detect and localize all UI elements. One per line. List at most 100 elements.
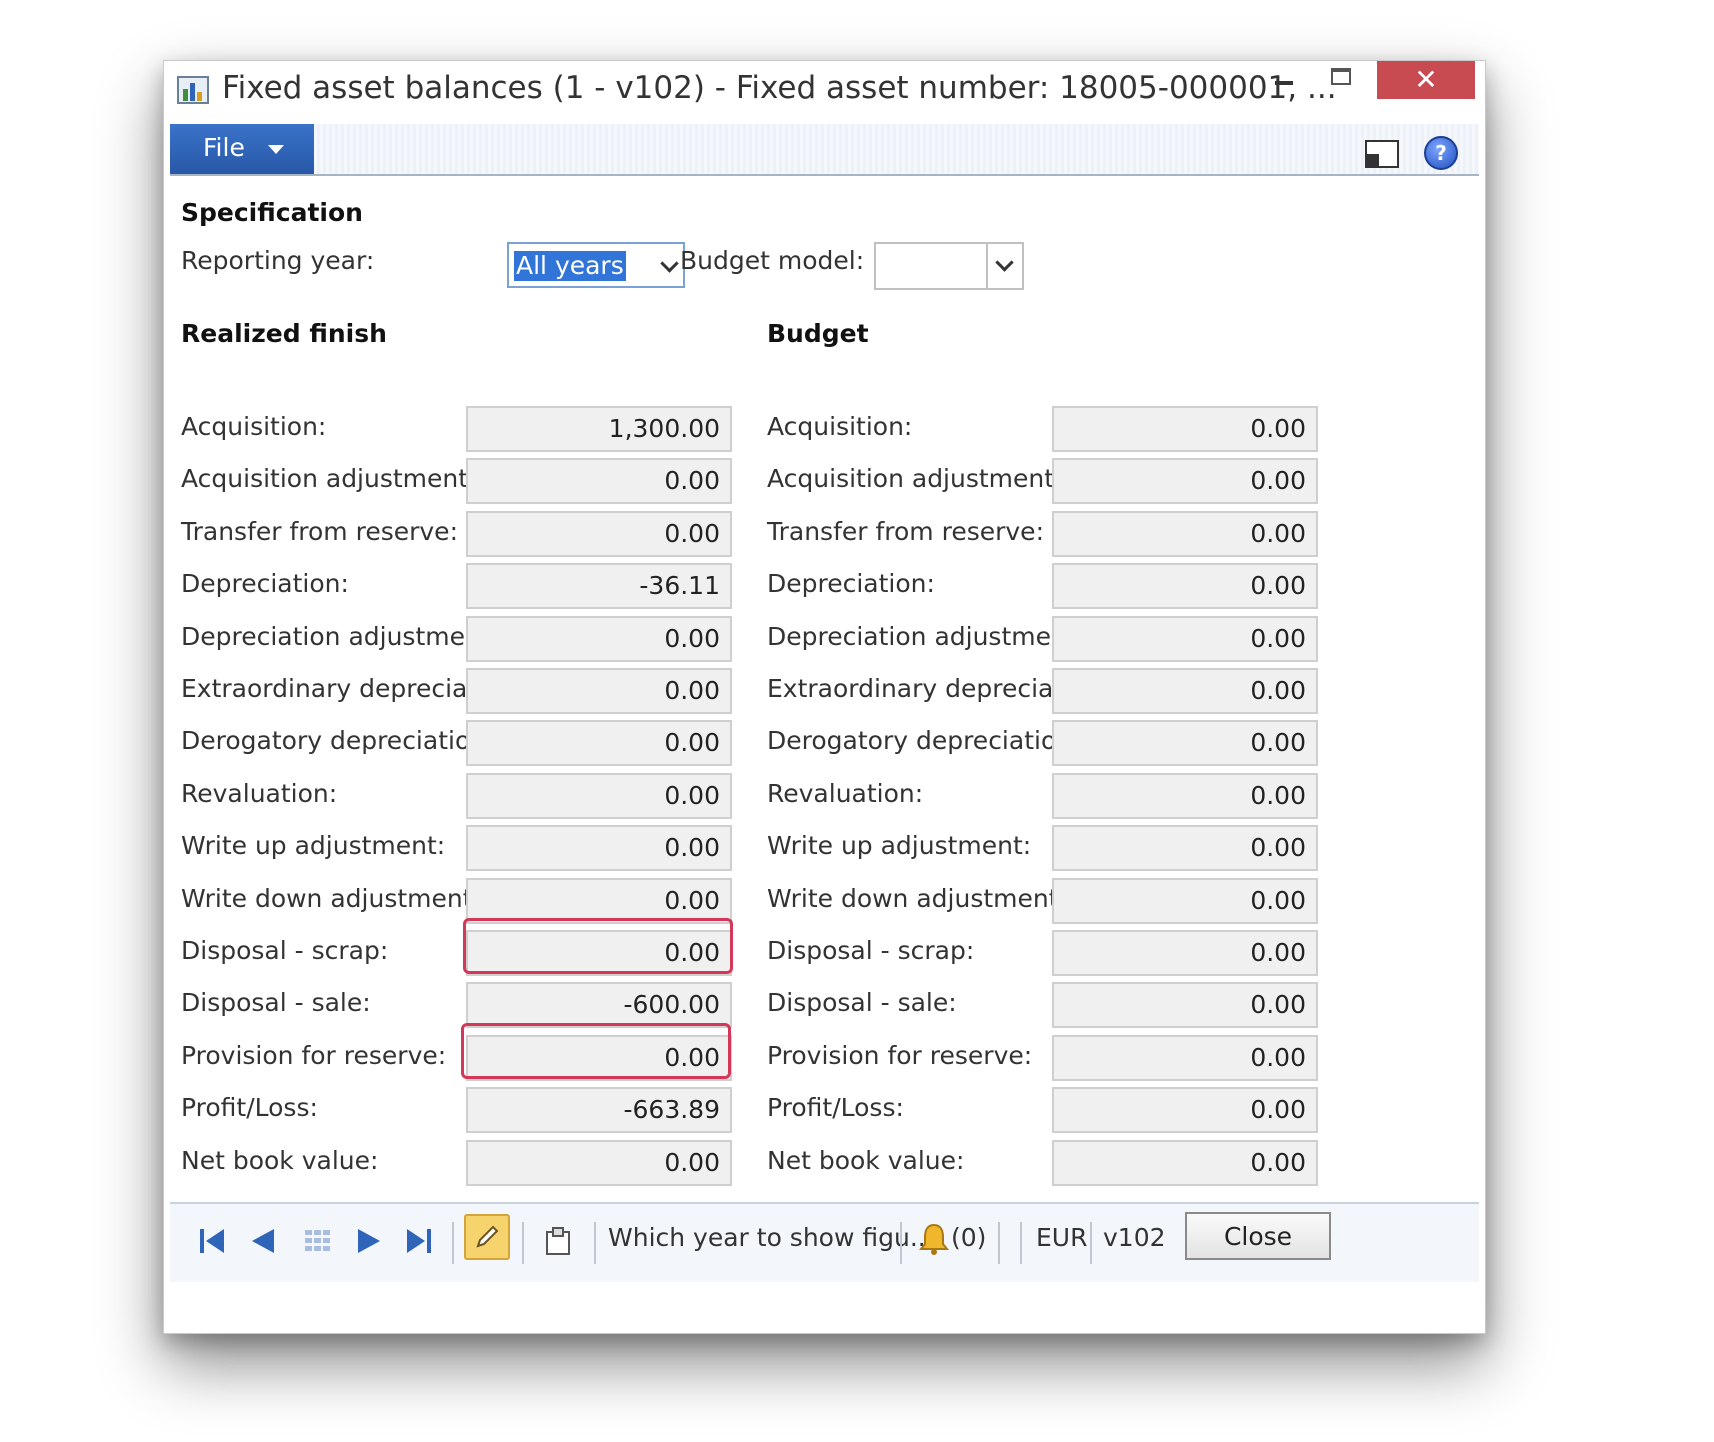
pane-toggle-icon[interactable]: [1365, 140, 1399, 168]
budget-model-dropdown-button[interactable]: [986, 244, 1022, 288]
budget-row-value-field[interactable]: 0.00: [1052, 510, 1318, 557]
budget-row-value-field[interactable]: 0.00: [1052, 982, 1318, 1029]
budget-row-value-field[interactable]: 0.00: [1052, 930, 1318, 976]
next-record-icon[interactable]: [356, 1226, 382, 1256]
realized-row-label: Profit/Loss:: [181, 1093, 318, 1123]
realized-row-value-field[interactable]: -600.00: [466, 982, 732, 1029]
realized-finish-heading: Realized finish: [181, 319, 387, 348]
budget-row-label: Depreciation:: [767, 569, 935, 599]
realized-row-value-field[interactable]: 0.00: [466, 1139, 732, 1186]
previous-record-icon[interactable]: [250, 1226, 276, 1256]
bell-icon[interactable]: [918, 1222, 950, 1256]
realized-row-label: Acquisition adjustment:: [181, 464, 477, 494]
budget-row-label: Acquisition:: [767, 412, 913, 441]
separator: [452, 1222, 454, 1264]
realized-row-label: Depreciation:: [181, 569, 349, 599]
file-menu-label: File: [203, 133, 245, 162]
separator: [594, 1222, 596, 1264]
budget-row-label: Provision for reserve:: [767, 1040, 1033, 1070]
caret-down-icon: [268, 145, 284, 154]
notification-count[interactable]: (0): [951, 1223, 986, 1252]
window-close-button[interactable]: ✕: [1377, 61, 1475, 99]
app-icon: [177, 76, 209, 104]
realized-row-value-field[interactable]: -663.89: [466, 1087, 732, 1134]
budget-row-label: Disposal - scrap:: [767, 936, 975, 965]
realized-row-value-field[interactable]: 1,300.00: [466, 406, 732, 452]
budget-row-label: Net book value:: [767, 1145, 965, 1175]
realized-row-label: Revaluation:: [181, 778, 338, 808]
specification-heading: Specification: [181, 198, 363, 227]
chevron-down-icon[interactable]: [660, 254, 679, 273]
form-content: Specification Reporting year: All years …: [170, 176, 1479, 1202]
budget-model-select[interactable]: [874, 242, 1024, 290]
budget-row-label: Acquisition adjustment:: [767, 464, 1063, 494]
budget-row-value-field[interactable]: 0.00: [1052, 563, 1318, 610]
disposal-sale-highlight: [463, 918, 733, 974]
budget-row-label: Derogatory depreciation:: [767, 726, 1081, 756]
separator: [1090, 1222, 1092, 1264]
realized-row-label: Disposal - scrap:: [181, 936, 389, 965]
budget-row-label: Revaluation:: [767, 778, 924, 808]
close-button[interactable]: Close: [1185, 1212, 1331, 1260]
budget-row-value-field[interactable]: 0.00: [1052, 1087, 1318, 1134]
budget-row-label: Write up adjustment:: [767, 831, 1032, 861]
minimize-button[interactable]: [1261, 61, 1307, 99]
budget-row-value-field[interactable]: 0.00: [1052, 1034, 1318, 1081]
reporting-year-value: All years: [514, 251, 626, 281]
partition-indicator: v102: [1103, 1223, 1166, 1252]
realized-row-label: Transfer from reserve:: [181, 516, 458, 546]
budget-row-value-field[interactable]: 0.00: [1052, 877, 1318, 924]
realized-row-value-field[interactable]: -36.11: [466, 563, 732, 610]
title-bar[interactable]: Fixed asset balances (1 - v102) - Fixed …: [164, 61, 1485, 123]
reporting-year-label: Reporting year:: [181, 246, 375, 275]
budget-row-value-field[interactable]: 0.00: [1052, 1139, 1318, 1186]
chevron-down-icon: [995, 253, 1014, 272]
window-title: Fixed asset balances (1 - v102) - Fixed …: [222, 70, 1337, 106]
realized-row-value-field[interactable]: 0.00: [466, 615, 732, 662]
budget-model-label: Budget model:: [680, 246, 865, 275]
realized-row-value-field[interactable]: 0.00: [466, 668, 732, 714]
help-icon[interactable]: ?: [1424, 136, 1458, 170]
realized-row-value-field[interactable]: 0.00: [466, 510, 732, 557]
budget-row-label: Transfer from reserve:: [767, 516, 1044, 546]
realized-row-label: Write down adjustment:: [181, 883, 481, 913]
realized-row-label: Acquisition:: [181, 412, 327, 441]
status-bar: Which year to show figu... (0) EUR v102 …: [170, 1202, 1479, 1282]
budget-row-label: Depreciation adjustment:: [767, 621, 1086, 651]
separator: [1020, 1222, 1022, 1264]
last-record-icon[interactable]: [405, 1226, 433, 1256]
file-menu-button[interactable]: File: [170, 124, 314, 174]
grid-view-icon[interactable]: [303, 1226, 331, 1256]
separator: [900, 1222, 902, 1264]
maximize-button[interactable]: [1317, 61, 1363, 99]
realized-row-value-field[interactable]: 0.00: [466, 720, 732, 767]
budget-row-value-field[interactable]: 0.00: [1052, 825, 1318, 872]
realized-row-label: Derogatory depreciation:: [181, 726, 495, 756]
edit-mode-button[interactable]: [464, 1214, 510, 1260]
budget-row-value-field[interactable]: 0.00: [1052, 406, 1318, 452]
first-record-icon[interactable]: [198, 1226, 226, 1256]
budget-row-value-field[interactable]: 0.00: [1052, 615, 1318, 662]
budget-row-value-field[interactable]: 0.00: [1052, 720, 1318, 767]
realized-row-value-field[interactable]: 0.00: [466, 458, 732, 505]
separator: [522, 1222, 524, 1264]
separator: [998, 1222, 1000, 1264]
realized-row-label: Disposal - sale:: [181, 988, 371, 1018]
realized-row-value-field[interactable]: 0.00: [466, 772, 732, 819]
status-help-text: Which year to show figu...: [608, 1223, 934, 1252]
realized-row-value-field[interactable]: 0.00: [466, 825, 732, 872]
realized-row-value-field[interactable]: 0.00: [466, 877, 732, 924]
fixed-asset-balances-window: Fixed asset balances (1 - v102) - Fixed …: [163, 60, 1486, 1334]
budget-row-value-field[interactable]: 0.00: [1052, 668, 1318, 714]
profit-loss-highlight: [461, 1023, 731, 1079]
currency-indicator: EUR: [1036, 1223, 1088, 1252]
budget-row-value-field[interactable]: 0.00: [1052, 458, 1318, 505]
budget-row-label: Profit/Loss:: [767, 1093, 904, 1123]
realized-row-label: Net book value:: [181, 1145, 379, 1175]
reporting-year-select[interactable]: All years: [507, 242, 685, 288]
realized-row-label: Depreciation adjustment:: [181, 621, 500, 651]
budget-heading: Budget: [767, 319, 869, 348]
realized-row-label: Write up adjustment:: [181, 831, 446, 861]
budget-row-value-field[interactable]: 0.00: [1052, 772, 1318, 819]
attachments-icon[interactable]: [544, 1226, 572, 1256]
